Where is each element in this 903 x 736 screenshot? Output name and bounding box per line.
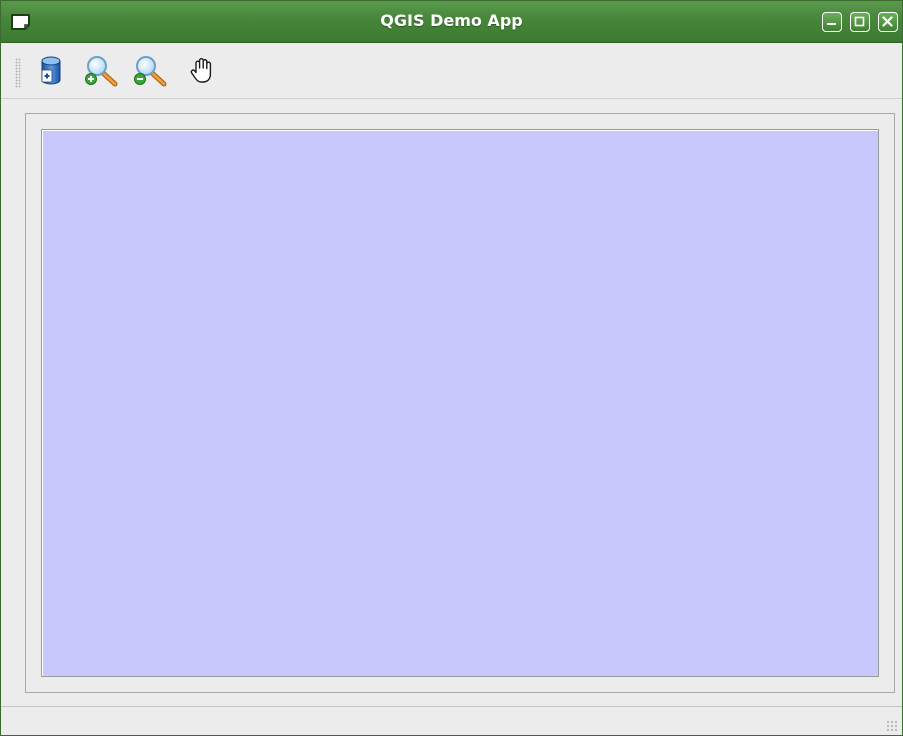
map-canvas[interactable] [41,129,879,677]
close-button[interactable] [878,12,898,32]
maximize-icon [854,16,865,27]
pan-button[interactable] [185,53,221,89]
window-title: QGIS Demo App [380,11,523,30]
resize-grip[interactable] [886,720,898,732]
zoom-out-icon [134,56,167,87]
central-widget [25,113,895,693]
status-bar [1,706,902,735]
title-bar[interactable]: QGIS Demo App [1,1,902,43]
minimize-icon [827,23,836,25]
main-window: QGIS Demo App [0,0,903,736]
pan-hand-icon [190,58,212,83]
add-layer-button[interactable] [33,53,69,89]
minimize-button[interactable] [822,12,842,32]
zoom-in-button[interactable] [83,53,119,89]
database-add-icon [41,56,61,85]
close-icon [882,16,893,27]
zoom-in-icon [85,56,118,87]
map-toolbar [1,43,902,99]
toolbar-handle[interactable] [15,58,21,88]
zoom-out-button[interactable] [132,53,168,89]
maximize-button[interactable] [850,12,870,32]
